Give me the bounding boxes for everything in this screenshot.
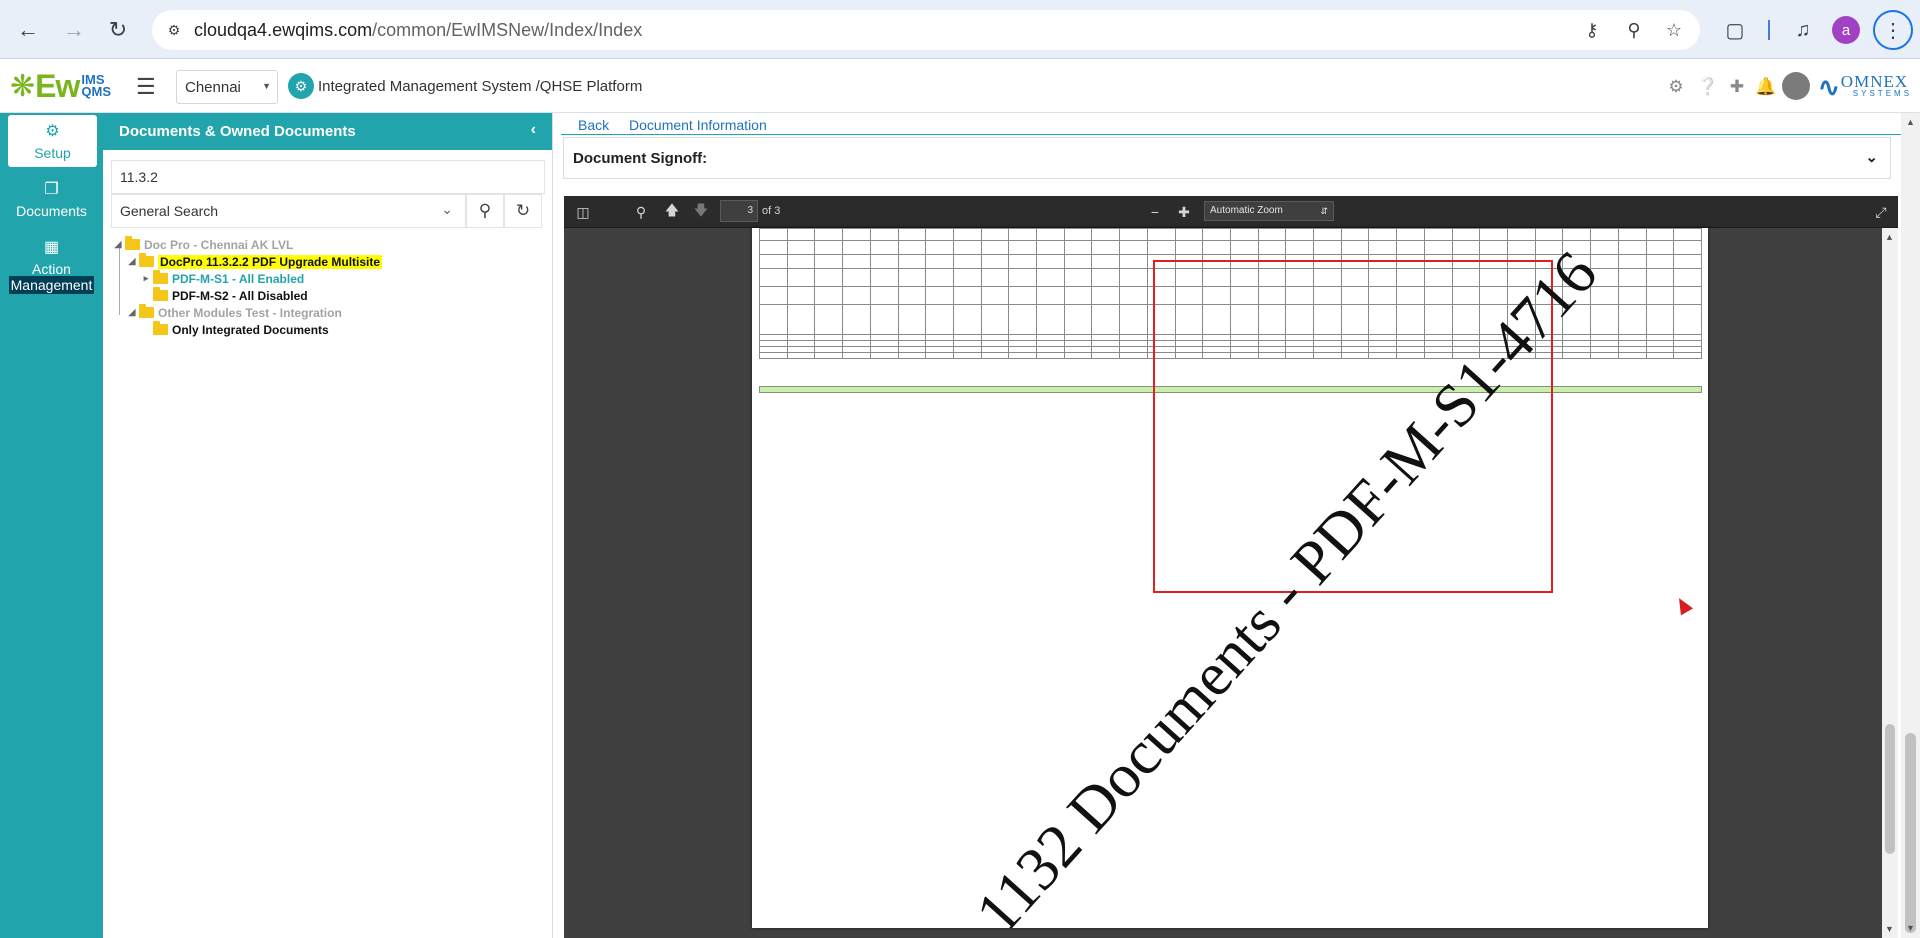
- find-icon[interactable]: ⚲: [630, 202, 652, 222]
- documents-panel-header: Documents & Owned Documents ‹: [103, 113, 552, 150]
- tree-node[interactable]: ◢ DocPro 11.3.2.2 PDF Upgrade Multisite: [127, 253, 383, 270]
- back-link[interactable]: Back: [578, 117, 609, 133]
- logo-star-icon: ❋: [10, 69, 36, 103]
- platform-title: ⚙ Integrated Management System /QHSE Pla…: [288, 73, 642, 99]
- pdf-scrollbar[interactable]: ▲ ▼: [1882, 228, 1898, 938]
- left-nav: ⚙ Setup ❐ Documents ▦ Action Management: [0, 113, 103, 938]
- scroll-down-icon[interactable]: ▼: [1906, 923, 1915, 933]
- nav-setup[interactable]: ⚙ Setup: [8, 115, 97, 167]
- ewqims-logo[interactable]: ❋ Ew IMS QMS: [10, 66, 111, 106]
- zoom-in-icon[interactable]: ✚: [1173, 202, 1195, 222]
- folder-icon: [139, 304, 154, 318]
- documents-panel: Documents & Owned Documents ‹ 11.3.2 Gen…: [103, 113, 553, 938]
- folder-icon: [153, 270, 168, 284]
- breadcrumb: Back Document Information: [578, 117, 783, 133]
- chevron-down-icon[interactable]: ⌄: [1865, 148, 1878, 166]
- chevron-down-icon: ⌄: [441, 201, 453, 217]
- add-icon[interactable]: ✚: [1726, 76, 1748, 98]
- next-page-icon[interactable]: 🡇: [690, 202, 712, 222]
- collapse-toggle-icon[interactable]: ◢: [127, 307, 137, 318]
- search-button[interactable]: ⚲: [466, 194, 504, 228]
- previous-page-icon[interactable]: 🡅: [661, 202, 683, 222]
- zoom-out-icon[interactable]: −: [1144, 202, 1166, 222]
- reload-icon[interactable]: ↻: [100, 12, 136, 48]
- page-scroll-thumb[interactable]: [1905, 733, 1916, 933]
- omnex-logo: ∿ OMNEX SYSTEMS: [1818, 71, 1913, 102]
- search-icon: ⚲: [478, 201, 492, 220]
- pdf-page: 1132 Documents - PDF-M-S1-4716: [752, 228, 1708, 928]
- document-signoff-accordion[interactable]: Document Signoff: ⌄: [563, 137, 1891, 179]
- page-count: of 3: [762, 205, 781, 217]
- toolbar-divider: [1768, 20, 1770, 40]
- folder-icon: [153, 321, 168, 335]
- nav-action-management[interactable]: ▦ Action Management: [0, 233, 103, 294]
- pdf-scroll-thumb[interactable]: [1885, 724, 1895, 854]
- profile-avatar[interactable]: a: [1832, 16, 1860, 44]
- fullscreen-icon[interactable]: ⤢: [1870, 202, 1892, 222]
- extensions-icon[interactable]: ▢: [1717, 12, 1753, 48]
- scroll-up-icon[interactable]: ▲: [1906, 117, 1915, 127]
- collapse-toggle-icon[interactable]: ◢: [127, 256, 137, 267]
- platform-gear-icon: ⚙: [288, 73, 314, 99]
- address-bar[interactable]: ⚙ cloudqa4.ewqims.com/common/EwIMSNew/In…: [152, 10, 1700, 50]
- page-number-input[interactable]: 3: [720, 200, 758, 222]
- documents-icon: ❐: [44, 181, 59, 198]
- collapse-toggle-icon[interactable]: ◢: [113, 239, 123, 250]
- nav-documents[interactable]: ❐ Documents: [0, 175, 103, 219]
- url-text: cloudqa4.ewqims.com/common/EwIMSNew/Inde…: [194, 19, 643, 40]
- tree-node[interactable]: ▸ PDF-M-S1 - All Enabled: [141, 270, 304, 287]
- collapse-panel-icon[interactable]: ‹: [531, 121, 536, 139]
- tree-node[interactable]: Only Integrated Documents: [141, 321, 329, 338]
- setup-gears-icon: ⚙: [45, 123, 60, 140]
- tree-node[interactable]: PDF-M-S2 - All Disabled: [141, 287, 308, 304]
- tree-node[interactable]: ◢ Doc Pro - Chennai AK LVL: [113, 236, 293, 253]
- browser-menu-icon[interactable]: ⋮: [1873, 10, 1913, 50]
- password-key-icon[interactable]: ⚷: [1578, 16, 1606, 44]
- help-icon[interactable]: ❔: [1697, 76, 1719, 98]
- pdf-toolbar: ◫ ⚲ 🡅 🡇 3 of 3 − ✚ Automatic Zoom ⇵ ⤢: [564, 196, 1898, 228]
- scroll-up-icon[interactable]: ▲: [1885, 232, 1894, 242]
- search-type-select[interactable]: General Search ⌄: [111, 194, 466, 228]
- scroll-down-icon[interactable]: ▼: [1885, 924, 1894, 934]
- tree-node[interactable]: ◢ Other Modules Test - Integration: [127, 304, 342, 321]
- settings-gear-icon[interactable]: ⚙: [1665, 76, 1687, 98]
- app-header: ❋ Ew IMS QMS ☰ Chennai ▼ ⚙ Integrated Mana…: [0, 60, 1920, 113]
- back-arrow-icon[interactable]: ←: [10, 12, 46, 48]
- media-control-icon[interactable]: ♫: [1785, 12, 1821, 48]
- refresh-icon: ↻: [515, 201, 531, 220]
- site-info-icon[interactable]: ⚙: [158, 14, 190, 46]
- hamburger-menu-icon[interactable]: ☰: [136, 74, 156, 100]
- forward-arrow-icon[interactable]: →: [56, 12, 92, 48]
- folder-icon: [139, 253, 154, 267]
- caret-down-icon: ▼: [262, 81, 271, 91]
- refresh-button[interactable]: ↻: [504, 194, 542, 228]
- breadcrumb-divider: [561, 134, 1901, 135]
- folder-icon: [125, 236, 140, 250]
- action-management-icon: ▦: [43, 239, 60, 256]
- document-search-input[interactable]: 11.3.2: [111, 160, 545, 194]
- expand-toggle-icon[interactable]: ▸: [141, 273, 151, 284]
- browser-toolbar: ← → ↻ ⚙ cloudqa4.ewqims.com/common/EwIMS…: [0, 0, 1920, 59]
- user-avatar[interactable]: [1782, 72, 1810, 100]
- zoom-icon[interactable]: ⚲: [1620, 16, 1648, 44]
- page-scrollbar[interactable]: ▲ ▼: [1901, 113, 1920, 938]
- sidebar-toggle-icon[interactable]: ◫: [572, 202, 594, 222]
- bookmark-star-icon[interactable]: ☆: [1660, 16, 1688, 44]
- notification-bell-icon[interactable]: 🔔: [1755, 76, 1777, 98]
- zoom-select[interactable]: Automatic Zoom ⇵: [1204, 201, 1334, 221]
- location-select[interactable]: Chennai ▼: [176, 70, 278, 104]
- pdf-viewer: ◫ ⚲ 🡅 🡇 3 of 3 − ✚ Automatic Zoom ⇵ ⤢ 113…: [564, 196, 1898, 938]
- folder-icon: [153, 287, 168, 301]
- document-information-link[interactable]: Document Information: [629, 117, 767, 133]
